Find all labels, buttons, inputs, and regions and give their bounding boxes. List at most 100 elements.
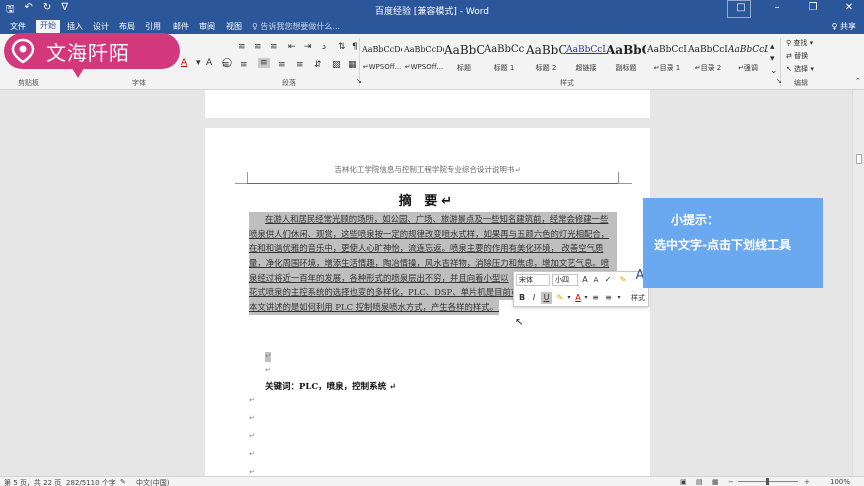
format-painter-icon[interactable]: ✓ <box>603 274 613 286</box>
style-sample: AaBbCcI <box>566 45 606 55</box>
mini-size-select[interactable]: 小四 <box>552 274 578 286</box>
style-title[interactable]: AaBbC 标题 <box>444 40 484 76</box>
style-wpsoffice-1[interactable]: AaBbCcDd ↵WPSOff... <box>362 40 402 76</box>
shrink-font-icon[interactable]: A <box>591 274 601 286</box>
underline-button[interactable]: U <box>541 292 552 304</box>
style-toc-2[interactable]: AaBbCcI ↵目录 2 <box>688 40 728 76</box>
italic-button[interactable]: I <box>529 292 539 304</box>
style-label: 标题 <box>457 64 471 72</box>
zoom-level[interactable]: 100% <box>830 478 850 486</box>
distributed-icon[interactable]: ≡ <box>296 60 304 70</box>
bullets-button[interactable]: ≡ <box>590 292 601 304</box>
tab-home[interactable]: 开始 <box>36 20 60 34</box>
scrollbar-thumb[interactable] <box>856 154 862 164</box>
location-pin-icon <box>11 38 35 64</box>
zoom-out-icon[interactable]: − <box>728 478 734 486</box>
decrease-indent-icon[interactable]: ⇤ <box>288 42 296 52</box>
paragraph-mark: ↵ <box>249 468 255 476</box>
justify-icon[interactable]: ≡ <box>278 60 286 70</box>
zoom-slider-thumb[interactable] <box>766 478 769 485</box>
tab-review[interactable]: 审阅 <box>195 21 219 34</box>
borders-icon[interactable]: ▦ <box>348 60 357 70</box>
paragraph-mark: ↵ <box>249 396 255 404</box>
font-color-button[interactable]: A <box>573 292 583 304</box>
replace-button[interactable]: ⇄ 替换 <box>786 51 808 61</box>
font-color-icon[interactable]: A <box>181 58 187 68</box>
page-count[interactable]: 第 5 页，共 22 页 <box>4 478 61 486</box>
style-toc-1[interactable]: AaBbCcI ↵目录 1 <box>647 40 687 76</box>
tab-mailings[interactable]: 邮件 <box>169 21 193 34</box>
bold-button[interactable]: B <box>517 292 527 304</box>
style-sample: AaBbC <box>526 43 566 57</box>
style-sample: AaBbCcL <box>728 45 768 55</box>
style-heading-2[interactable]: AaBbC 标题 2 <box>526 40 566 76</box>
maximize-icon[interactable]: ❐ <box>806 2 820 13</box>
style-label: ↵强调 <box>738 64 758 72</box>
multilevel-list-icon[interactable]: ≡ <box>270 42 278 52</box>
web-layout-icon[interactable]: ▦ <box>712 478 719 486</box>
minimize-icon[interactable]: – <box>770 2 784 13</box>
keywords-line: 关键词：PLC，喷泉，控制系统 ↵ <box>265 382 397 392</box>
select-button[interactable]: ↖ 选择 ▾ <box>786 64 814 74</box>
tell-me-search[interactable]: ♀ 告诉我您想要做什么... <box>252 21 340 32</box>
highlight-dropdown-icon[interactable]: ▾ <box>566 292 572 304</box>
numbering-dropdown-icon[interactable]: ▾ <box>616 292 622 304</box>
word-count[interactable]: 282/5110 个字 <box>66 478 116 486</box>
show-marks-icon[interactable]: ¶ <box>352 42 358 52</box>
tab-view[interactable]: 视图 <box>222 21 246 34</box>
bullets-icon[interactable]: ≡ <box>238 42 246 52</box>
share-button[interactable]: ♀ 共享 <box>832 21 856 32</box>
increase-indent-icon[interactable]: ⇥ <box>304 42 312 52</box>
read-mode-icon[interactable]: ▣ <box>680 478 687 486</box>
selected-text-line: 在和和谐优雅的音乐中，更使人心旷神怡，流连忘返。喷泉主要的作用有美化环境， 改善… <box>249 241 617 257</box>
grow-font-icon[interactable]: A <box>580 274 590 286</box>
find-button[interactable]: ⚲ 查找 ▾ <box>786 38 813 48</box>
styles-dialog-launcher-icon[interactable]: ↘ <box>776 77 782 85</box>
mini-font-select[interactable]: 宋体 <box>516 274 550 286</box>
paragraph-mark: ↵ <box>249 432 255 440</box>
shading-icon[interactable]: ▨ <box>332 60 341 70</box>
style-label: 副标题 <box>615 64 637 72</box>
vertical-scrollbar[interactable] <box>852 90 864 476</box>
style-subtitle[interactable]: AaBbC 副标题 <box>606 40 646 76</box>
proofing-icon[interactable]: ✎ <box>120 478 126 486</box>
numbering-icon[interactable]: ≡ <box>254 42 262 52</box>
zoom-in-icon[interactable]: + <box>804 478 810 486</box>
ribbon-display-icon[interactable]: □ <box>734 2 748 13</box>
style-sample: AaBbCcDd <box>362 45 402 54</box>
group-label-styles: 样式 <box>560 79 574 87</box>
styles-scroll-down-icon[interactable]: ▾ <box>770 54 775 64</box>
collapse-ribbon-icon[interactable]: ⌃ <box>855 77 861 85</box>
brush-icon[interactable]: ✎ <box>617 274 629 286</box>
paragraph-mark: ↵ <box>265 366 271 374</box>
styles-scroll-up-icon[interactable]: ▴ <box>770 42 775 52</box>
font-color-dropdown-icon[interactable]: ▾ <box>196 58 201 68</box>
align-left-icon[interactable]: ≡ <box>222 60 230 70</box>
highlight-button[interactable]: ✎ <box>554 292 566 304</box>
styles-button[interactable]: 样式 <box>628 292 648 304</box>
style-heading-1[interactable]: AaBbCc 标题 1 <box>484 40 524 76</box>
align-center-icon[interactable]: ≡ <box>240 60 248 70</box>
close-icon[interactable]: ✕ <box>842 2 856 13</box>
print-layout-icon[interactable]: ▤ <box>696 478 703 486</box>
language-indicator[interactable]: 中文(中国) <box>136 478 169 486</box>
style-emphasis[interactable]: AaBbCcL ↵强调 <box>728 40 768 76</box>
styles-more-icon[interactable]: ⌄ <box>770 66 778 76</box>
style-hyperlink[interactable]: AaBbCcI 超链接 <box>566 40 606 76</box>
style-sample: AaBbCcI <box>688 45 728 55</box>
font-color-dropdown-icon[interactable]: ▾ <box>583 292 589 304</box>
char-shading-icon[interactable]: A <box>206 58 212 68</box>
line-spacing-icon[interactable]: ⇵ <box>314 60 322 70</box>
paragraph-dialog-launcher-icon[interactable]: ↘ <box>356 77 362 85</box>
paragraph-mark: ↵ <box>249 450 255 458</box>
sort-icon[interactable]: ⇅ <box>338 42 346 52</box>
logo-text: 文海阡陌 <box>46 40 130 65</box>
style-label: ↵WPSOff... <box>404 63 444 71</box>
select-label: 选择 ▾ <box>794 65 814 73</box>
crop-mark <box>618 183 632 184</box>
numbering-button[interactable]: ≡ <box>603 292 614 304</box>
chinese-layout-icon[interactable]: د <box>322 42 326 52</box>
paragraph-mark: ↵ <box>265 352 271 360</box>
align-right-icon[interactable]: ≡ <box>258 58 270 68</box>
style-wpsoffice-2[interactable]: AaBbCcDd ↵WPSOff... <box>404 40 444 76</box>
